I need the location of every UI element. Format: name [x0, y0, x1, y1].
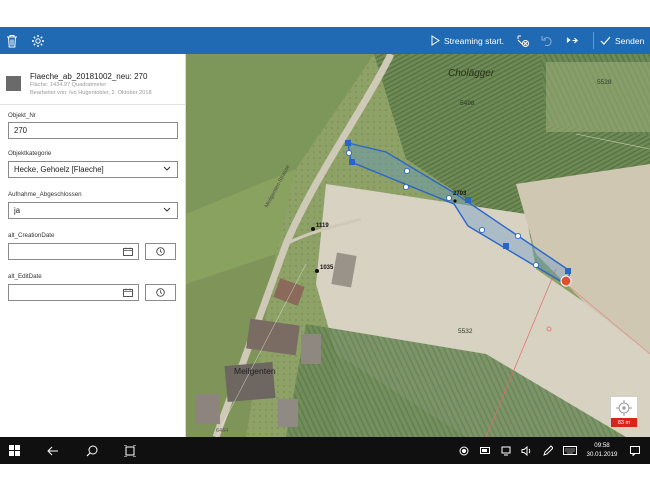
- point-label-1119: 1119: [316, 223, 329, 229]
- streaming-start-button[interactable]: Streaming start.: [431, 27, 509, 54]
- aufnahme-value: ja: [14, 206, 21, 215]
- distance-badge: 83 m: [611, 418, 637, 427]
- calendar-icon: [123, 288, 133, 297]
- map-label-cholagger: Cholägger: [448, 68, 495, 79]
- parcel-label-6464: 6464: [216, 428, 229, 434]
- map-view[interactable]: Cholägger 5528 5498 5532 2703 1119 1035 …: [186, 54, 650, 437]
- chevron-down-icon: [163, 166, 171, 171]
- parcel-label-5498: 5498: [460, 100, 475, 107]
- feature-area: Fläche: 1434.97 Quadratmeter: [30, 82, 107, 88]
- taskbar-clock[interactable]: 09:58 30.01.2019: [580, 441, 624, 459]
- feature-header: Flaeche_ab_20181002_neu: 270 Fläche: 143…: [0, 60, 186, 106]
- objekt-nr-value: 270: [14, 126, 28, 135]
- notifications-icon[interactable]: [628, 437, 642, 464]
- streaming-label: Streaming start.: [444, 35, 504, 46]
- undo-icon[interactable]: [541, 27, 554, 54]
- creation-time-button[interactable]: [145, 243, 176, 260]
- objektkategorie-value: Hecke, Gehoelz [Flaeche]: [14, 165, 104, 174]
- network-icon[interactable]: [499, 437, 513, 464]
- send-label: Senden: [615, 35, 645, 46]
- settings-gear-icon[interactable]: [31, 27, 46, 54]
- keyboard-icon[interactable]: [562, 437, 578, 464]
- play-icon: [431, 35, 440, 46]
- search-icon[interactable]: [84, 437, 100, 464]
- battery-icon[interactable]: [478, 437, 492, 464]
- point-label-1035: 1035: [320, 265, 334, 271]
- aufnahme-label: Aufnahme_Abgeschlossen: [8, 191, 82, 198]
- location-target-icon: [616, 400, 632, 416]
- parcel-label-5528: 5528: [597, 79, 612, 86]
- feature-symbol-swatch: [6, 76, 21, 91]
- app-window: Streaming start. Senden Cholägger 5528 5…: [0, 0, 650, 488]
- clock-icon: [156, 247, 165, 256]
- pen-icon[interactable]: [541, 437, 555, 464]
- clock-date: 30.01.2019: [586, 451, 618, 458]
- aufnahme-select[interactable]: ja: [8, 202, 178, 219]
- clock-time: 09:58: [594, 442, 610, 449]
- windows-start-icon[interactable]: [6, 437, 22, 464]
- edit-time-button[interactable]: [145, 284, 176, 301]
- task-view-icon[interactable]: [122, 437, 138, 464]
- creation-date-label: alt_CreationDate: [8, 232, 55, 239]
- feature-edited-by: Bearbeitet von: Ivo Hugentobler, 2. Okto…: [30, 90, 152, 96]
- chevron-down-icon: [163, 207, 171, 212]
- top-toolbar: Streaming start. Senden: [0, 27, 650, 54]
- objekt-nr-input[interactable]: 270: [8, 122, 178, 139]
- calendar-icon: [123, 247, 133, 256]
- toolbar-divider: [593, 32, 594, 49]
- creation-date-input[interactable]: [8, 243, 139, 260]
- objekt-nr-label: Objekt_Nr: [8, 112, 36, 119]
- feature-title: Flaeche_ab_20181002_neu: 270: [30, 72, 148, 81]
- delete-icon[interactable]: [6, 27, 20, 54]
- objektkategorie-label: Objektkategorie: [8, 150, 52, 157]
- cancel-edit-icon[interactable]: [516, 27, 530, 54]
- edit-date-input[interactable]: [8, 284, 139, 301]
- header-divider: [0, 104, 186, 105]
- back-arrow-icon[interactable]: [45, 437, 61, 464]
- my-location-button[interactable]: 83 m: [610, 396, 638, 428]
- windows-taskbar: 09:58 30.01.2019: [0, 437, 650, 464]
- parcel-label-5532: 5532: [458, 328, 473, 335]
- bottom-margin: [0, 464, 650, 488]
- send-button[interactable]: Senden: [600, 27, 646, 54]
- objektkategorie-select[interactable]: Hecke, Gehoelz [Flaeche]: [8, 161, 178, 178]
- gps-position-marker: [560, 275, 572, 287]
- navigate-icon[interactable]: [566, 27, 580, 54]
- edit-date-label: alt_EditDate: [8, 273, 42, 280]
- map-label-meilgenten: Meilgenten: [234, 366, 276, 376]
- volume-icon[interactable]: [519, 437, 533, 464]
- record-icon[interactable]: [457, 437, 471, 464]
- point-label-2703: 2703: [453, 191, 467, 197]
- checkmark-icon: [600, 36, 611, 45]
- attribute-panel: Flaeche_ab_20181002_neu: 270 Fläche: 143…: [0, 54, 186, 437]
- clock-icon: [156, 288, 165, 297]
